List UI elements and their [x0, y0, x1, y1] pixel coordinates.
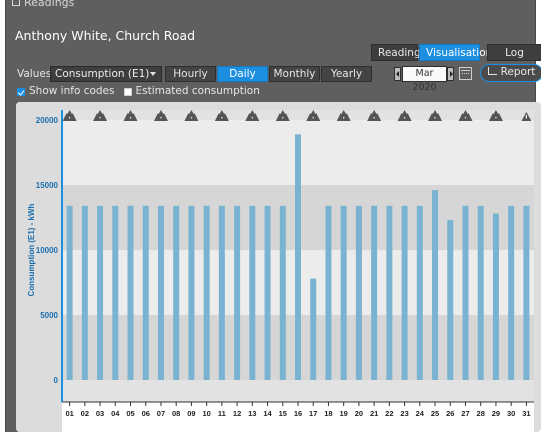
- bar-11[interactable]: [218, 205, 225, 380]
- bar-20[interactable]: [355, 205, 362, 380]
- show-info-codes-label: Show info codes: [29, 85, 115, 97]
- window-icon: [12, 0, 20, 6]
- bar-05[interactable]: [127, 205, 134, 380]
- bar-14[interactable]: [264, 205, 271, 380]
- period-daily-button[interactable]: Daily: [217, 66, 268, 82]
- options-row: Show info codes Estimated consumption: [17, 85, 269, 98]
- bar-01[interactable]: [66, 205, 73, 380]
- x-tick-label: 30: [507, 409, 515, 418]
- previous-month-button[interactable]: [394, 67, 401, 81]
- readings-window: Readings Anthony White, Church Road Read…: [5, 0, 541, 432]
- bar-22[interactable]: [386, 205, 393, 380]
- x-tick-label: 11: [218, 409, 226, 418]
- bar-02[interactable]: [81, 205, 88, 380]
- estimated-consumption-checkbox[interactable]: [123, 87, 132, 96]
- show-info-codes-checkbox[interactable]: [17, 87, 25, 96]
- window-title: Readings: [12, 0, 74, 9]
- y-tick-label: 15000: [36, 181, 59, 190]
- x-tick-label: 22: [385, 409, 393, 418]
- bar-09[interactable]: [188, 205, 195, 380]
- bar-27[interactable]: [462, 205, 469, 380]
- bar-29[interactable]: [492, 213, 499, 380]
- bar-15[interactable]: [279, 205, 286, 380]
- x-tick-label: 19: [340, 409, 348, 418]
- y-axis-label: Consumption (E1) - kWh: [27, 203, 36, 296]
- x-tick-label: 01: [65, 409, 73, 418]
- bar-23[interactable]: [401, 205, 408, 380]
- x-tick-label: 03: [96, 409, 104, 418]
- x-tick-label: 12: [233, 409, 241, 418]
- chart-icon: [487, 67, 497, 75]
- consumption-chart: 0 5000 10000 15000 20000 Consumption (E1) - k…: [16, 102, 541, 432]
- report-button[interactable]: Report: [480, 64, 541, 82]
- y-tick-label: 10000: [36, 246, 59, 255]
- bar-17[interactable]: [310, 278, 317, 380]
- bar-28[interactable]: [477, 205, 484, 380]
- y-tick-label: 20000: [36, 116, 59, 125]
- values-select-value: Consumption (E1): [55, 68, 150, 80]
- x-tick-label: 20: [355, 409, 363, 418]
- chart-band: [62, 380, 534, 402]
- bar-18[interactable]: [325, 205, 332, 380]
- x-tick-label: 29: [492, 409, 500, 418]
- x-tick-label: 24: [416, 409, 425, 418]
- bar-31[interactable]: [523, 205, 530, 380]
- x-tick-label: 23: [400, 409, 408, 418]
- bar-25[interactable]: [432, 190, 439, 380]
- page-title: Anthony White, Church Road: [15, 28, 196, 43]
- bar-13[interactable]: [249, 205, 256, 380]
- x-tick-label: 21: [370, 409, 378, 418]
- y-tick-label: 0: [54, 376, 59, 385]
- period-monthly-button[interactable]: Monthly: [269, 66, 320, 82]
- bar-07[interactable]: [157, 205, 164, 380]
- bar-08[interactable]: [173, 205, 180, 380]
- x-tick-label: 16: [294, 409, 302, 418]
- tab-readings[interactable]: Readings: [371, 44, 426, 61]
- x-tick-label: 04: [111, 409, 120, 418]
- next-month-button[interactable]: [447, 67, 454, 81]
- bar-12[interactable]: [234, 205, 241, 380]
- estimated-consumption-label: Estimated consumption: [135, 85, 260, 97]
- x-tick-label: 31: [522, 409, 530, 418]
- values-select[interactable]: Consumption (E1): [50, 66, 162, 82]
- x-tick-label: 08: [172, 409, 180, 418]
- x-tick-label: 27: [461, 409, 469, 418]
- period-yearly-button[interactable]: Yearly: [321, 66, 372, 82]
- x-tick-label: 28: [477, 409, 485, 418]
- bar-16[interactable]: [295, 134, 301, 380]
- x-tick-label: 10: [202, 409, 210, 418]
- x-tick-label: 26: [446, 409, 454, 418]
- x-tick-label: 14: [263, 409, 272, 418]
- bar-03[interactable]: [97, 205, 104, 380]
- x-tick-label: 13: [248, 409, 256, 418]
- chart-panel: 0 5000 10000 15000 20000 Consumption (E1) - k…: [16, 102, 541, 432]
- bar-06[interactable]: [142, 205, 149, 380]
- bar-24[interactable]: [416, 205, 423, 380]
- warning-icon-mark: [525, 115, 527, 119]
- calendar-icon[interactable]: [459, 67, 472, 80]
- period-hourly-button[interactable]: Hourly: [165, 66, 216, 82]
- x-tick-label: 17: [309, 409, 317, 418]
- bar-26[interactable]: [447, 220, 454, 380]
- x-tick-label: 25: [431, 409, 439, 418]
- tab-visualisation[interactable]: Visualisation: [419, 44, 492, 61]
- x-tick-label: 06: [142, 409, 150, 418]
- bar-21[interactable]: [371, 205, 378, 380]
- x-tick-label: 07: [157, 409, 165, 418]
- x-tick-label: 05: [126, 409, 134, 418]
- chevron-down-icon: [150, 72, 156, 76]
- x-tick-label: 18: [324, 409, 332, 418]
- x-tick-label: 09: [187, 409, 195, 418]
- report-label: Report: [500, 66, 536, 78]
- x-tick-label: 02: [81, 409, 89, 418]
- bar-19[interactable]: [340, 205, 347, 380]
- bar-10[interactable]: [203, 205, 210, 380]
- x-tick-label: 15: [279, 409, 287, 418]
- bar-30[interactable]: [508, 205, 515, 380]
- bar-04[interactable]: [112, 205, 119, 380]
- date-field[interactable]: Mar 2020: [402, 66, 447, 93]
- tab-log-data[interactable]: Log data: [487, 44, 541, 75]
- y-tick-label: 5000: [40, 311, 58, 320]
